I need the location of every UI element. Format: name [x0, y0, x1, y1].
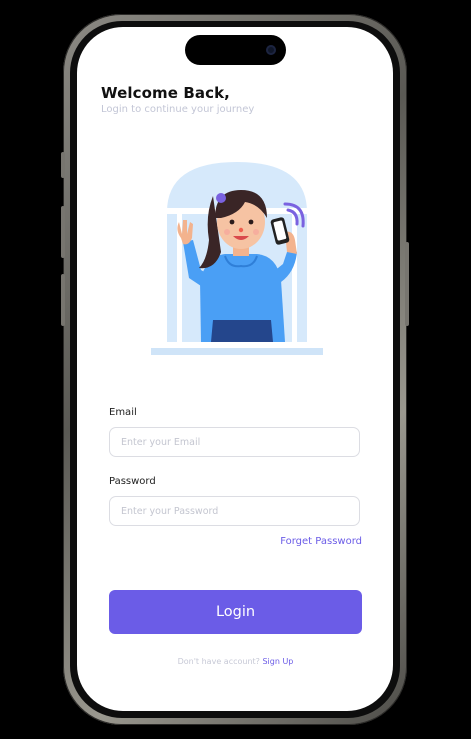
password-label: Password	[109, 476, 156, 487]
signup-link[interactable]: Sign Up	[262, 657, 293, 666]
email-field-container	[109, 427, 360, 457]
no-account-text: Don't have account?	[177, 657, 260, 666]
email-input[interactable]	[110, 428, 359, 456]
volume-up-button	[61, 206, 65, 258]
page-title: Welcome Back,	[101, 84, 230, 102]
signup-prompt: Don't have account? Sign Up	[0, 657, 471, 666]
login-button[interactable]: Login	[109, 590, 362, 634]
device-mockup: Welcome Back, Login to continue your jou…	[0, 0, 471, 739]
page-subtitle: Login to continue your journey	[101, 104, 255, 115]
welcome-illustration	[151, 162, 323, 355]
password-input[interactable]	[110, 497, 359, 525]
front-camera-icon	[266, 45, 276, 55]
password-field-container	[109, 496, 360, 526]
power-button	[405, 242, 409, 326]
dynamic-island	[185, 35, 286, 65]
action-button	[61, 152, 65, 178]
volume-down-button	[61, 274, 65, 326]
forget-password-link[interactable]: Forget Password	[280, 536, 362, 547]
email-label: Email	[109, 407, 137, 418]
